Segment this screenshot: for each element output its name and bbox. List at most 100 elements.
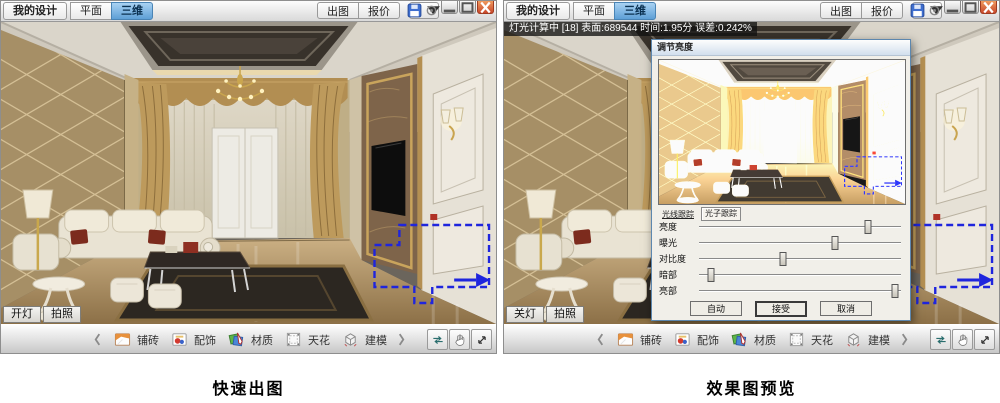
slider-row-shadows: 暗部 [659,267,905,281]
slider-thumb[interactable] [708,268,715,282]
tool-label-decor: 配饰 [697,332,719,348]
tab-light-on[interactable]: 开灯 [3,306,41,323]
tool-model[interactable]: 建模 [845,331,890,348]
tool-label-material: 材质 [754,332,776,348]
tool-material[interactable]: 材质 [731,331,776,348]
move-button[interactable] [471,329,492,350]
tool-decor[interactable]: 配饰 [171,331,216,348]
tool-ceiling[interactable]: 天花 [788,331,833,348]
move-resize-icon [475,333,489,347]
close-button[interactable] [980,1,997,14]
tool-label-decor: 配饰 [194,332,216,348]
save-icon [406,2,423,19]
minimize-icon [944,0,961,16]
orbit-icon [934,333,948,347]
brightness-slider[interactable] [699,219,905,233]
settings-icon[interactable] [928,2,941,15]
pan-hand-icon [453,333,467,347]
pan-button[interactable] [952,329,973,350]
slider-thumb[interactable] [864,220,871,234]
tool-ceiling[interactable]: 天花 [285,331,330,348]
bottom-toolbar: 铺砖 配饰 材质 天花 建模 [1,324,496,354]
tab-3d-view[interactable]: 三维 [111,2,153,20]
app-window-preview-render: 我的设计 平面 三维 出图 报价 [503,0,1000,354]
minimize-button[interactable] [944,1,961,14]
tool-model[interactable]: 建模 [342,331,387,348]
quote-button[interactable]: 报价 [358,2,400,19]
settings-icon[interactable] [425,2,438,15]
dialog-title: 调节亮度 [652,40,910,56]
scroll-left-icon[interactable] [596,332,605,347]
material-icon [731,331,748,348]
highlights-slider[interactable] [699,283,905,297]
restore-button[interactable] [459,1,476,14]
ceiling-icon [285,331,302,348]
accept-button[interactable]: 接受 [755,301,807,317]
close-icon [477,0,494,16]
scroll-right-icon[interactable] [900,332,909,347]
render-output-button[interactable]: 出图 [820,2,862,19]
top-toolbar: 我的设计 平面 三维 出图 报价 [504,1,999,22]
brightness-dialog: 调节亮度 光线跟踪 光子跟踪 亮度 [651,39,911,321]
minimize-icon [441,0,458,16]
scroll-right-icon[interactable] [397,332,406,347]
move-button[interactable] [974,329,995,350]
slider-thumb[interactable] [780,252,787,266]
tab-my-design[interactable]: 我的设计 [506,2,570,20]
tile-icon [617,331,634,348]
pan-button[interactable] [449,329,470,350]
bottom-toolbar: 铺砖 配饰 材质 天花 建模 [504,324,999,354]
slider-row-brightness: 亮度 [659,219,905,233]
auto-button[interactable]: 自动 [690,301,742,316]
restore-icon [962,0,979,16]
tab-plan-view[interactable]: 平面 [573,2,615,20]
tab-3d-view[interactable]: 三维 [614,2,656,20]
preview-scene [659,60,905,204]
decor-icon [674,331,691,348]
viewport-3d[interactable]: 灯光计算中 [18] 表面:689544 时间:1.95分 误差:0.242% … [504,22,999,324]
orbit-button[interactable] [930,329,951,350]
slider-label-brightness: 亮度 [659,220,699,233]
viewport-3d[interactable]: 开灯 拍照 [1,22,496,324]
restore-button[interactable] [962,1,979,14]
slider-row-exposure: 曝光 [659,235,905,249]
tab-plan-view[interactable]: 平面 [70,2,112,20]
caption-render-preview: 效果图预览 [503,375,1000,399]
tab-my-design[interactable]: 我的设计 [3,2,67,20]
tool-decor[interactable]: 配饰 [674,331,719,348]
slider-label-exposure: 曝光 [659,236,699,249]
tool-label-model: 建模 [868,332,890,348]
slider-thumb[interactable] [831,236,838,250]
orbit-icon [431,333,445,347]
slider-label-highlights: 亮部 [659,284,699,297]
cancel-button[interactable]: 取消 [820,301,872,316]
ceiling-icon [788,331,805,348]
tool-material[interactable]: 材质 [228,331,273,348]
tool-tile[interactable]: 铺砖 [617,331,662,348]
scroll-left-icon[interactable] [93,332,102,347]
save-icon [909,2,926,19]
tab-snapshot[interactable]: 拍照 [43,306,81,323]
slider-thumb[interactable] [891,284,898,298]
minimize-button[interactable] [441,1,458,14]
close-button[interactable] [477,1,494,14]
tool-label-ceiling: 天花 [811,332,833,348]
contrast-slider[interactable] [699,251,905,265]
tool-tile[interactable]: 铺砖 [114,331,159,348]
tab-light-off[interactable]: 关灯 [506,306,544,323]
slider-row-contrast: 对比度 [659,251,905,265]
render-output-button[interactable]: 出图 [317,2,359,19]
quote-button[interactable]: 报价 [861,2,903,19]
view-tools [930,329,995,350]
shadows-slider[interactable] [699,267,905,281]
window-controls [928,1,997,15]
exposure-slider[interactable] [699,235,905,249]
tool-label-tile: 铺砖 [640,332,662,348]
material-icon [228,331,245,348]
tool-label-model: 建模 [365,332,387,348]
tool-label-tile: 铺砖 [137,332,159,348]
tool-label-ceiling: 天花 [308,332,330,348]
tab-snapshot[interactable]: 拍照 [546,306,584,323]
tool-label-material: 材质 [251,332,273,348]
orbit-button[interactable] [427,329,448,350]
